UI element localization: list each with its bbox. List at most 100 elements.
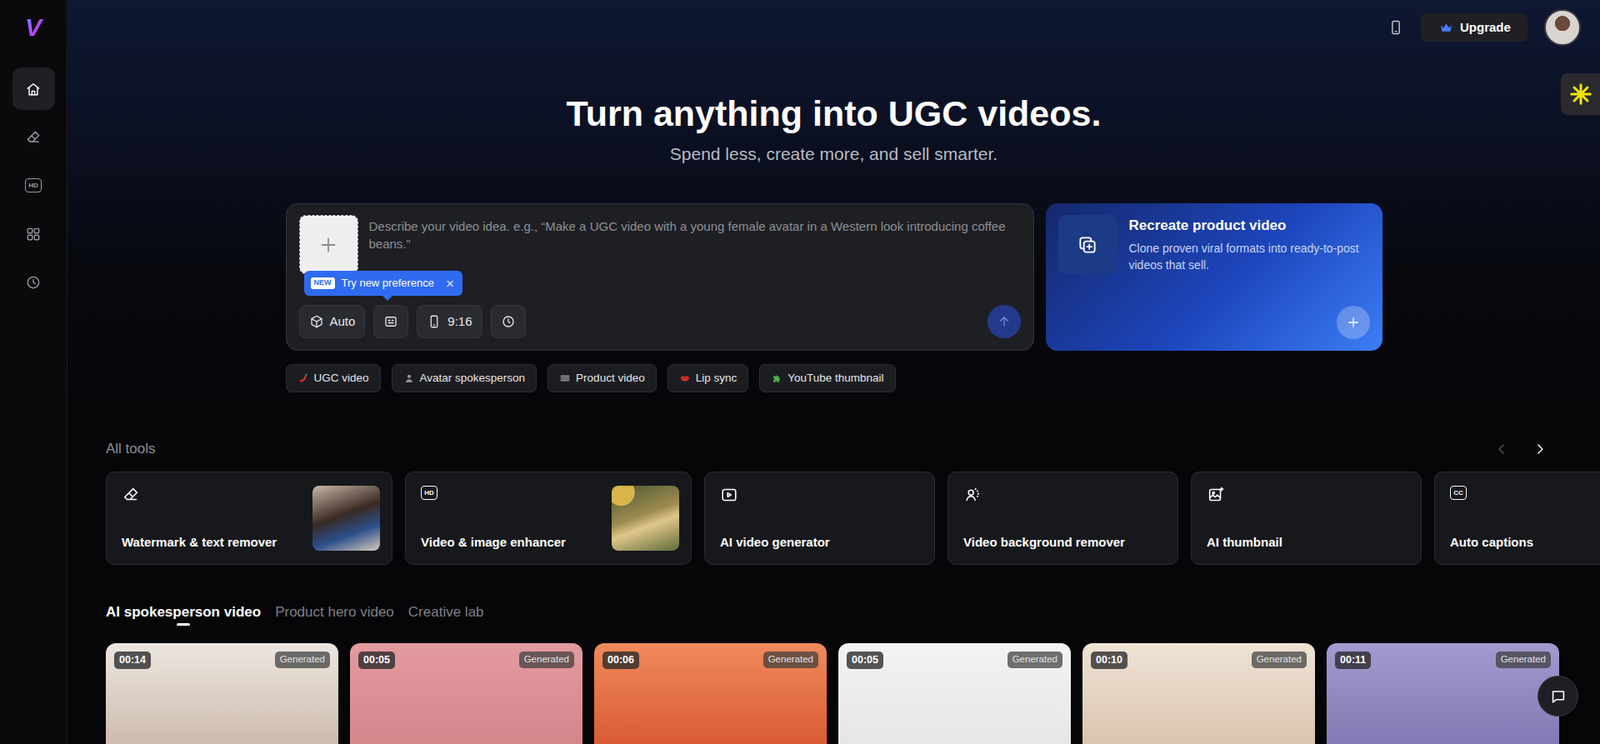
video-card[interactable]: 00:14 Generated — [105, 643, 339, 744]
video-card[interactable]: 00:06 Generated — [594, 643, 827, 744]
tool-title[interactable]: Video background remover — [963, 534, 1125, 551]
sidebar-item[interactable] — [12, 260, 55, 304]
upload-button[interactable] — [299, 215, 359, 275]
tool-card[interactable]: CC Auto captions — [1434, 471, 1600, 565]
film-icon — [559, 372, 571, 385]
recreate-card[interactable]: Recreate product videoClone proven viral… — [1045, 203, 1383, 351]
recreate-icon-box — [1058, 215, 1118, 275]
pepper-icon — [297, 372, 310, 385]
person-icon — [963, 485, 982, 505]
phone-icon[interactable] — [1387, 19, 1405, 36]
hero-row: NEWTry new preference×Auto9:16Recreate p… — [285, 203, 1383, 351]
sidebar-item[interactable]: HD — [12, 164, 55, 207]
quick-chip[interactable]: Lip sync — [667, 364, 750, 393]
chip-label[interactable]: Avatar spokesperson — [420, 370, 526, 387]
tool-title[interactable]: Watermark & text remover — [121, 534, 277, 551]
quick-chip[interactable]: UGC video — [285, 364, 381, 393]
video-duration: 00:06 — [602, 651, 640, 670]
preference-button[interactable] — [373, 305, 409, 339]
gallery-tab[interactable]: AI spokesperson video — [105, 603, 261, 626]
quick-chip[interactable]: YouTube thumbnail — [759, 364, 895, 393]
tooltip-close[interactable]: × — [440, 276, 455, 291]
main-area: Upgrade Turn anything into UGC videos. Spe… — [67, 0, 1600, 744]
video-duration: 00:05 — [846, 651, 884, 670]
page-subtitle: Spend less, create more, and sell smarte… — [67, 142, 1600, 166]
video-card[interactable]: 00:05 Generated — [838, 643, 1071, 744]
sidebar-item[interactable] — [12, 67, 55, 110]
upgrade-label[interactable]: Upgrade — [1460, 18, 1511, 38]
app-shell: V HD Upgrade Turn anything into UGC videos… — [0, 0, 1600, 744]
ratio-button[interactable]: 9:16 — [416, 305, 482, 339]
generated-badge: Generated — [1007, 651, 1063, 669]
page-title: Turn anything into UGC videos. — [67, 90, 1600, 136]
play-icon — [720, 485, 739, 505]
prompt-toolbar: Auto 9:16 — [299, 305, 1021, 339]
tool-title[interactable]: AI video generator — [720, 534, 830, 551]
user-avatar[interactable] — [1544, 9, 1581, 46]
duration-button[interactable] — [490, 305, 526, 339]
tool-card[interactable]: Watermark & text remover — [105, 471, 393, 565]
video-card[interactable]: 00:05 Generated — [350, 643, 583, 744]
sidebar-item[interactable] — [12, 115, 55, 159]
generated-badge: Generated — [763, 651, 819, 669]
video-card[interactable]: 00:10 Generated — [1082, 643, 1315, 744]
sidebar: V HD — [0, 0, 68, 744]
chat-button[interactable] — [1537, 675, 1579, 717]
quick-chips: UGC video Avatar spokesperson Product vide… — [285, 364, 1383, 393]
gallery-tab[interactable]: Creative lab — [408, 603, 485, 626]
chip-label[interactable]: YouTube thumbnail — [787, 370, 884, 387]
captions-icon: CC — [1450, 485, 1467, 500]
generated-badge: Generated — [1251, 651, 1307, 669]
video-card[interactable]: 00:11Generated — [1326, 643, 1560, 744]
next-button[interactable] — [1530, 439, 1550, 460]
phone-icon — [426, 314, 442, 330]
prompt-input-row — [299, 215, 1021, 275]
generated-badge: Generated — [275, 651, 330, 669]
recreate-add-button[interactable] — [1336, 305, 1370, 340]
chip-label[interactable]: UGC video — [314, 370, 370, 387]
logo[interactable]: V — [20, 14, 47, 41]
generated-badge: Generated — [519, 651, 575, 669]
send-button[interactable] — [987, 305, 1021, 339]
tool-card[interactable]: HDVideo & image enhancer — [405, 471, 692, 565]
puzzle-icon — [770, 372, 783, 385]
tool-card[interactable]: AI video generator — [704, 471, 935, 565]
ratio-label[interactable]: 9:16 — [447, 312, 472, 332]
previous-button[interactable] — [1491, 439, 1512, 460]
mode-button[interactable]: Auto — [299, 305, 366, 339]
tool-info: AI thumbnail — [1206, 485, 1410, 551]
tool-card[interactable]: Video background remover — [947, 471, 1179, 565]
hd-icon: HD — [25, 178, 42, 193]
video-duration: 00:14 — [114, 651, 151, 670]
upgrade-button[interactable]: Upgrade — [1420, 13, 1528, 42]
prompt-box: NEWTry new preference×Auto9:16 — [285, 203, 1035, 351]
home-icon — [25, 80, 42, 98]
tool-info: AI video generator — [720, 485, 923, 551]
sidebar-item[interactable] — [12, 212, 55, 255]
gallery-tab[interactable]: Product hero video — [275, 603, 395, 626]
chat-icon — [1549, 687, 1568, 706]
chip-label[interactable]: Lip sync — [695, 370, 738, 387]
person-icon — [403, 372, 415, 385]
gallery-tabs: AI spokesperson video Product hero video C… — [105, 603, 1600, 626]
recreate-title[interactable]: Recreate product video — [1129, 216, 1362, 235]
tool-title[interactable]: Video & image enhancer — [420, 534, 566, 551]
quick-chip[interactable]: Product video — [547, 364, 657, 393]
generated-badge: Generated — [1495, 651, 1551, 669]
assistant-tab[interactable] — [1560, 73, 1600, 115]
video-duration: 00:10 — [1090, 651, 1128, 670]
chip-label[interactable]: Product video — [575, 370, 645, 387]
chevron-right-icon — [1531, 440, 1549, 458]
video-duration: 00:05 — [358, 651, 395, 670]
eraser-icon — [121, 485, 140, 505]
top-bar: Upgrade — [67, 0, 1600, 55]
quick-chip[interactable]: Avatar spokesperson — [391, 364, 538, 393]
eraser-icon — [25, 129, 42, 146]
tool-title[interactable]: Auto captions — [1450, 534, 1534, 551]
tool-card[interactable]: AI thumbnail — [1190, 471, 1422, 565]
prompt-input[interactable] — [369, 215, 1021, 257]
tooltip-text[interactable]: Try new preference — [341, 275, 435, 292]
mode-label[interactable]: Auto — [330, 312, 356, 332]
carousel-arrows — [1491, 439, 1550, 460]
tool-title[interactable]: AI thumbnail — [1206, 534, 1283, 551]
